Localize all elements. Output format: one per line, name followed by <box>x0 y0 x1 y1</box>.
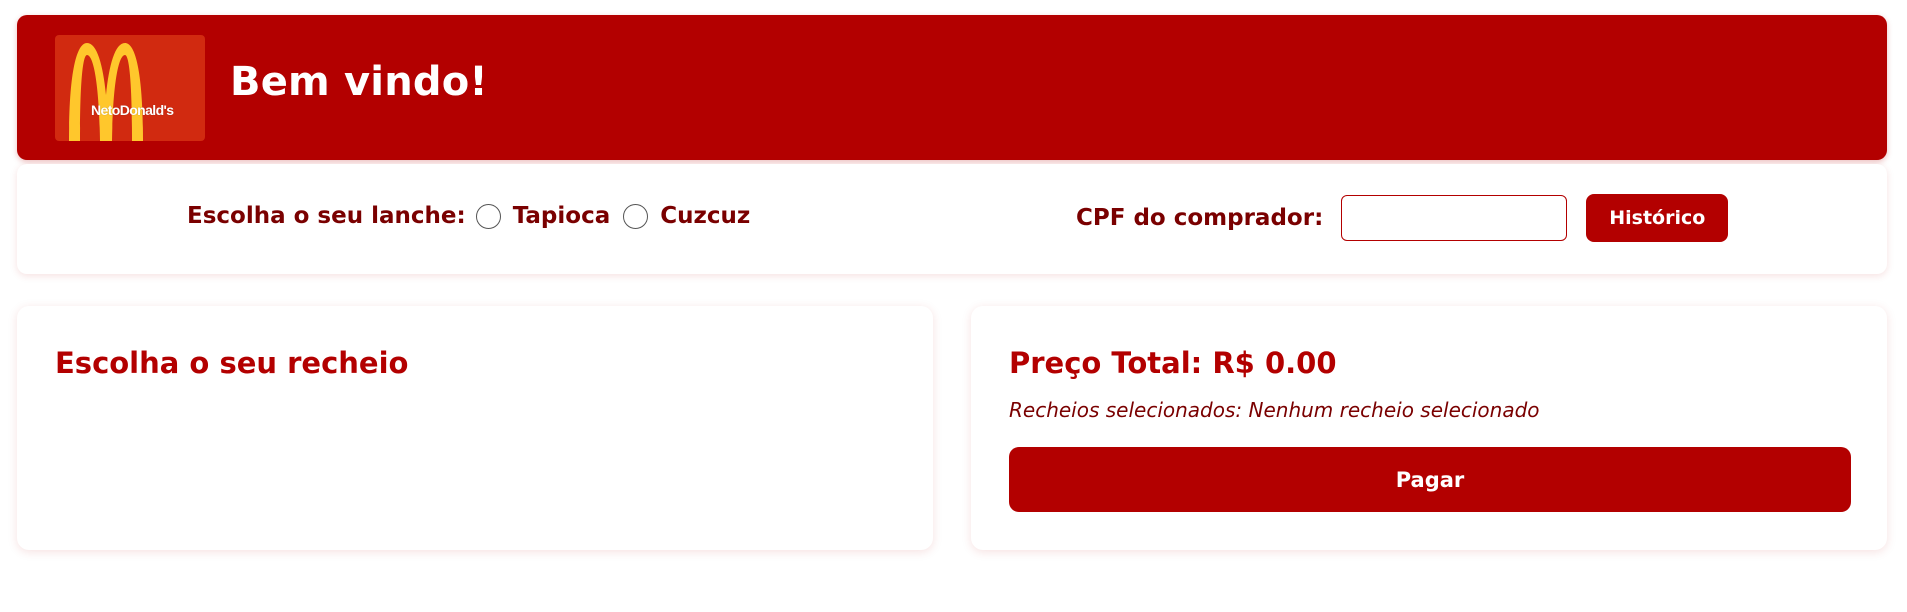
order-summary-panel: Preço Total: R$ 0.00 Recheios selecionad… <box>971 306 1887 550</box>
snack-selector: Escolha o seu lanche: Tapioca Cuzcuz <box>187 203 763 229</box>
cuzcuz-label: Cuzcuz <box>660 203 751 229</box>
snack-label: Escolha o seu lanche: <box>187 203 466 229</box>
snack-option-tapioca[interactable]: Tapioca <box>475 203 611 229</box>
snack-option-cuzcuz[interactable]: Cuzcuz <box>623 203 750 229</box>
history-button[interactable]: Histórico <box>1586 194 1729 242</box>
brand-logo: NetoDonald's <box>55 35 205 141</box>
tapioca-radio[interactable] <box>475 203 501 229</box>
cpf-group: CPF do comprador: Histórico <box>1076 194 1729 242</box>
total-price: Preço Total: R$ 0.00 <box>1009 346 1337 380</box>
logo-wordmark: NetoDonald's <box>91 102 174 118</box>
welcome-title: Bem vindo! <box>230 59 488 105</box>
fillings-panel: Escolha o seu recheio <box>17 306 933 550</box>
golden-arches-icon <box>69 43 143 141</box>
cpf-input[interactable] <box>1341 195 1568 241</box>
cuzcuz-radio[interactable] <box>623 203 649 229</box>
fillings-title: Escolha o seu recheio <box>55 346 409 380</box>
pay-button[interactable]: Pagar <box>1009 447 1851 512</box>
tapioca-label: Tapioca <box>512 203 611 229</box>
header-banner: NetoDonald's Bem vindo! <box>17 15 1887 160</box>
cpf-label: CPF do comprador: <box>1076 205 1324 231</box>
order-controls-panel: Escolha o seu lanche: Tapioca Cuzcuz CPF… <box>17 164 1887 274</box>
selected-fillings-text: Recheios selecionados: Nenhum recheio se… <box>1009 398 1540 422</box>
